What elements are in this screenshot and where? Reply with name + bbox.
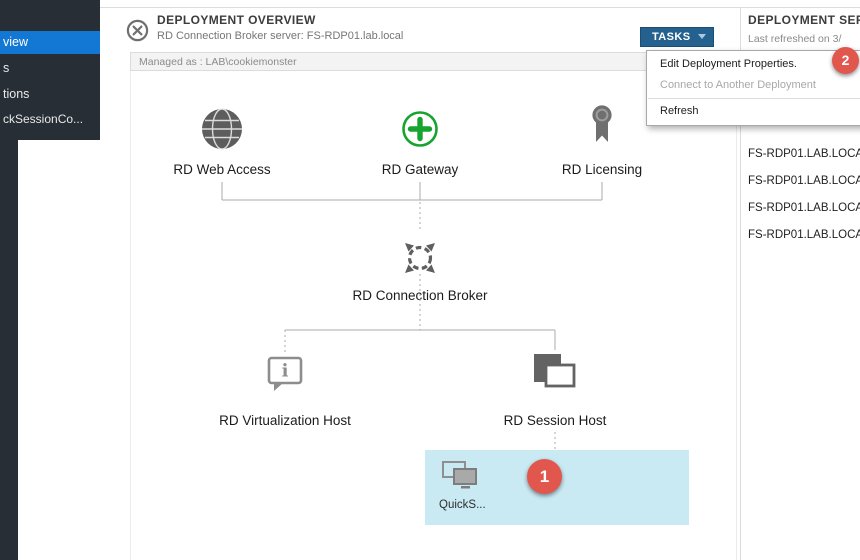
sidebar-item-label: s xyxy=(3,61,9,75)
rd-web-access-label: RD Web Access xyxy=(173,162,270,177)
server-manager-rds-overview: view s tions ckSessionCo... DEPLOYMENT O… xyxy=(0,0,860,560)
server-row[interactable]: FS-RDP01.LAB.LOCAL xyxy=(748,175,860,187)
chevron-down-icon xyxy=(698,34,706,39)
svg-text:i: i xyxy=(282,361,289,382)
rd-session-host-icon[interactable] xyxy=(532,352,578,394)
top-border xyxy=(100,7,860,8)
menu-item-refresh[interactable]: Refresh xyxy=(647,101,860,122)
menu-separator xyxy=(648,98,860,99)
diagram-right-border xyxy=(736,71,737,560)
tasks-dropdown-menu: Edit Deployment Properties. Connect to A… xyxy=(646,50,860,126)
menu-item-connect-to-another-deployment[interactable]: Connect to Another Deployment xyxy=(647,75,860,96)
sidebar-item-label: view xyxy=(3,35,28,49)
rd-session-host-label: RD Session Host xyxy=(504,413,607,428)
rd-virtualization-host-label: RD Virtualization Host xyxy=(219,413,351,428)
sidebar-item-collections[interactable]: tions xyxy=(0,84,100,104)
step-badge-1: 1 xyxy=(527,459,562,494)
left-nav-edge xyxy=(0,140,18,560)
tasks-button-label: TASKS xyxy=(641,31,690,43)
session-collection-icon xyxy=(440,459,480,493)
rd-connection-broker-icon[interactable] xyxy=(395,233,445,283)
session-collection-label: QuickS... xyxy=(439,499,486,511)
deployment-servers-title: DEPLOYMENT SERVERS xyxy=(748,13,860,27)
sidebar-item-label: ckSessionCo... xyxy=(3,112,83,126)
server-row[interactable]: FS-RDP01.LAB.LOCAL xyxy=(748,202,860,214)
tasks-button[interactable]: TASKS xyxy=(640,27,714,47)
server-row[interactable]: FS-RDP01.LAB.LOCAL xyxy=(748,148,860,160)
server-row[interactable]: FS-RDP01.LAB.LOCAL xyxy=(748,229,860,241)
sidebar-item-quicksessioncollection[interactable]: ckSessionCo... xyxy=(0,109,100,129)
rd-licensing-label: RD Licensing xyxy=(562,162,642,177)
sidebar-item-overview[interactable]: view xyxy=(0,31,100,54)
diagram-left-border xyxy=(130,71,131,560)
page-subtitle: RD Connection Broker server: FS-RDP01.la… xyxy=(157,30,403,42)
rd-web-access-icon[interactable] xyxy=(200,107,244,151)
step-badge-2: 2 xyxy=(832,47,859,74)
rd-gateway-label: RD Gateway xyxy=(382,162,459,177)
overview-icon xyxy=(126,19,149,42)
menu-item-edit-deployment-properties[interactable]: Edit Deployment Properties. xyxy=(647,54,860,75)
rd-connection-broker-label: RD Connection Broker xyxy=(352,288,487,303)
page-title: DEPLOYMENT OVERVIEW xyxy=(157,13,316,27)
sidebar-item-servers[interactable]: s xyxy=(0,58,100,78)
rd-licensing-icon[interactable] xyxy=(585,103,619,149)
sidebar-item-label: tions xyxy=(3,87,29,101)
rd-virtualization-host-icon[interactable]: i xyxy=(264,354,306,392)
rd-gateway-icon[interactable] xyxy=(400,109,440,149)
last-refreshed-text: Last refreshed on 3/ xyxy=(748,33,841,45)
